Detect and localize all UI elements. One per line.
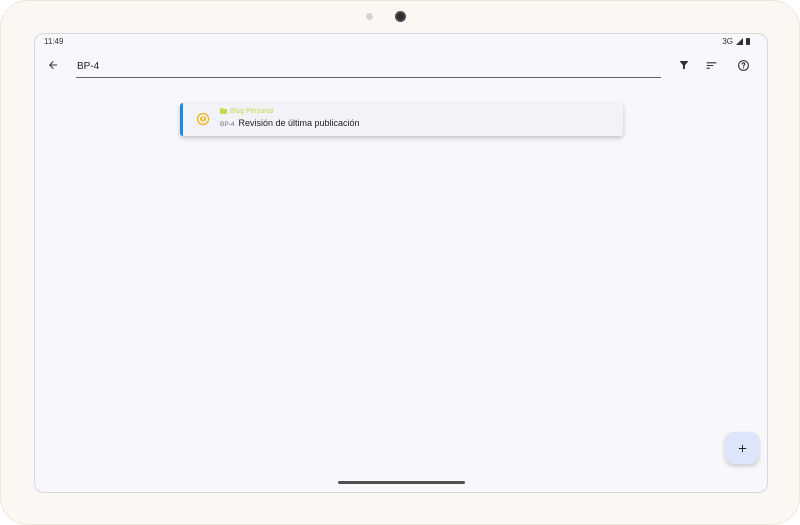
front-camera xyxy=(395,11,406,22)
in-progress-icon xyxy=(196,112,210,126)
battery-icon xyxy=(746,38,750,45)
home-indicator[interactable] xyxy=(338,481,465,484)
task-card[interactable]: Blog Personal BP-4 Revisión de última pu… xyxy=(180,103,623,136)
front-sensor xyxy=(366,13,373,20)
signal-icon xyxy=(736,38,743,45)
search-input[interactable] xyxy=(76,56,661,78)
back-arrow-icon xyxy=(49,61,57,69)
app-screen: 11:49 3G BP-4 Blog Personal BP-4 Revisió… xyxy=(34,33,768,493)
sort-icon xyxy=(706,61,716,69)
status-time: 11:49 xyxy=(44,37,64,46)
status-icons: 3G xyxy=(722,37,750,46)
filter-icon xyxy=(679,61,689,70)
plus-icon xyxy=(738,444,746,452)
filter-button[interactable] xyxy=(674,55,694,75)
help-button[interactable] xyxy=(733,55,753,75)
back-button[interactable] xyxy=(43,55,63,75)
status-bar: 11:49 3G xyxy=(35,34,767,50)
network-type: 3G xyxy=(722,37,733,46)
search-toolbar xyxy=(35,50,767,80)
folder-icon xyxy=(220,108,227,114)
tablet-frame: 11:49 3G BP-4 Blog Personal BP-4 Revisió… xyxy=(0,0,800,525)
add-task-button[interactable] xyxy=(725,432,759,464)
task-key: BP-4 xyxy=(220,121,235,128)
project-name: Blog Personal xyxy=(230,108,274,115)
sort-button[interactable] xyxy=(701,55,721,75)
help-icon xyxy=(737,59,749,71)
task-title: Revisión de última publicación xyxy=(238,118,360,128)
task-summary: BP-4 Revisión de última publicación xyxy=(220,118,360,128)
task-project: Blog Personal xyxy=(220,108,274,115)
